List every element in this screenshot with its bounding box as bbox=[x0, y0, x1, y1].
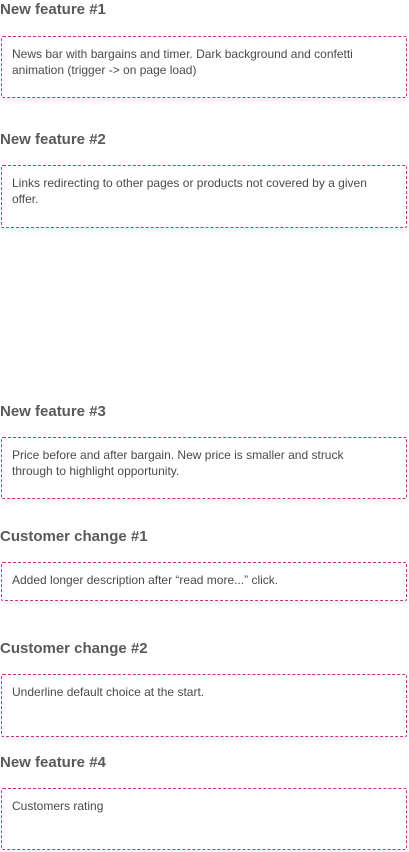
section-heading-new-feature-1: New feature #1 bbox=[0, 1, 106, 18]
note-text: Price before and after bargain. New pric… bbox=[12, 448, 344, 478]
note-text: News bar with bargains and timer. Dark b… bbox=[12, 47, 353, 77]
note-text: Links redirecting to other pages or prod… bbox=[12, 176, 367, 206]
section-heading-customer-change-1: Customer change #1 bbox=[0, 528, 148, 545]
note-box-new-feature-1: News bar with bargains and timer. Dark b… bbox=[1, 36, 407, 98]
note-box-new-feature-3: Price before and after bargain. New pric… bbox=[1, 437, 407, 499]
section-heading-new-feature-2: New feature #2 bbox=[0, 131, 106, 148]
note-box-customer-change-1: Added longer description after “read mor… bbox=[1, 562, 407, 601]
note-text: Added longer description after “read mor… bbox=[12, 573, 279, 587]
note-text: Customers rating bbox=[12, 799, 104, 813]
note-box-new-feature-4: Customers rating bbox=[1, 788, 407, 850]
section-heading-customer-change-2: Customer change #2 bbox=[0, 640, 148, 657]
note-box-customer-change-2: Underline default choice at the start. bbox=[1, 674, 407, 737]
section-heading-new-feature-4: New feature #4 bbox=[0, 754, 106, 771]
note-box-new-feature-2: Links redirecting to other pages or prod… bbox=[1, 165, 407, 228]
section-heading-new-feature-3: New feature #3 bbox=[0, 403, 106, 420]
note-text: Underline default choice at the start. bbox=[12, 685, 205, 699]
